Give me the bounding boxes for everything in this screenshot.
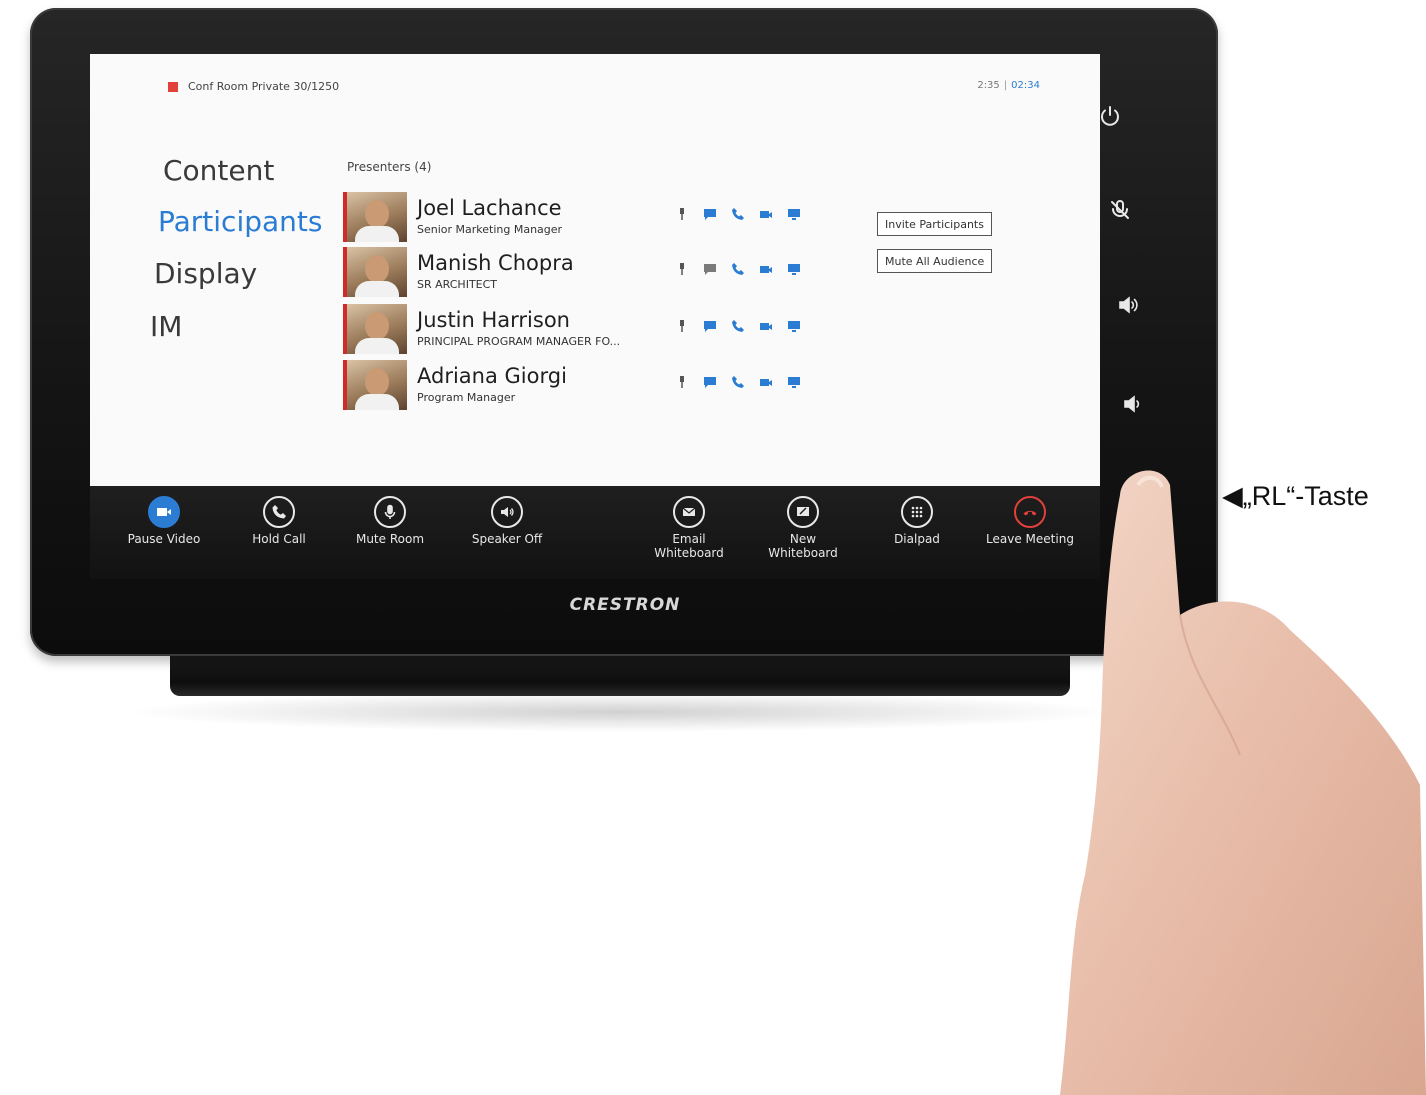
brand-logo: CRESTRON: [569, 595, 681, 615]
pointing-hand: [1060, 470, 1426, 1095]
recording-indicator: [168, 81, 178, 92]
presenters-header: Presenters (4): [347, 160, 432, 174]
chat-icon[interactable]: [701, 318, 719, 334]
avatar: [343, 360, 407, 410]
hold-call-button[interactable]: Hold Call: [219, 496, 339, 546]
microphone-icon: [374, 496, 406, 528]
control-label: Speaker Off: [471, 532, 543, 546]
stand-shadow: [120, 692, 1120, 732]
participant-name: Joel Lachance: [417, 196, 562, 220]
participant-name: Manish Chopra: [417, 251, 574, 275]
elapsed-time: 02:34: [1011, 80, 1040, 91]
screen-share-icon[interactable]: [785, 206, 803, 222]
participant-actions: [673, 206, 803, 222]
control-label: Hold Call: [252, 532, 306, 546]
dialpad-icon: [901, 496, 933, 528]
current-time: 2:35: [977, 80, 1000, 91]
participant-actions: [673, 374, 803, 390]
screen-share-icon[interactable]: [785, 374, 803, 390]
participant-title: SR ARCHITECT: [417, 278, 498, 291]
whiteboard-icon: [787, 496, 819, 528]
nav-im[interactable]: IM: [150, 310, 182, 343]
volume-down-icon[interactable]: [1114, 384, 1154, 424]
new-whiteboard-button[interactable]: New Whiteboard: [743, 496, 863, 560]
chat-icon[interactable]: [701, 206, 719, 222]
video-camera-icon[interactable]: [757, 261, 775, 277]
meeting-panel: Conf Room Private 30/1250 2:35 | 02:34 Con…: [90, 54, 1100, 486]
control-label: Email Whiteboard: [654, 532, 724, 560]
participant-row[interactable]: Joel Lachance Senior Marketing Manager: [343, 192, 863, 244]
email-whiteboard-button[interactable]: Email Whiteboard: [629, 496, 749, 560]
screen-share-icon[interactable]: [785, 261, 803, 277]
participant-row[interactable]: Justin Harrison PRINCIPAL PROGRAM MANAGE…: [343, 304, 863, 356]
speaker-icon: [491, 496, 523, 528]
video-camera-icon[interactable]: [757, 374, 775, 390]
participant-name: Adriana Giorgi: [417, 364, 567, 388]
participant-name: Justin Harrison: [417, 308, 570, 332]
rl-key-annotation: ◀„RL“-Taste: [1222, 481, 1369, 511]
avatar: [343, 247, 407, 297]
participant-row[interactable]: Manish Chopra SR ARCHITECT: [343, 247, 863, 299]
phone-icon[interactable]: [729, 261, 747, 277]
mute-room-button[interactable]: Mute Room: [330, 496, 450, 546]
phone-icon: [263, 496, 295, 528]
email-icon: [673, 496, 705, 528]
control-label: Dialpad: [894, 532, 940, 546]
chat-icon[interactable]: [701, 374, 719, 390]
nav-participants[interactable]: Participants: [158, 205, 322, 238]
control-label: Mute Room: [355, 532, 425, 546]
control-label: New Whiteboard: [768, 532, 838, 560]
chat-icon[interactable]: [701, 261, 719, 277]
invite-participants-button[interactable]: Invite Participants: [877, 212, 992, 236]
volume-up-icon[interactable]: [1109, 285, 1149, 325]
mic-mute-icon[interactable]: [1100, 190, 1140, 230]
nav-content[interactable]: Content: [163, 154, 274, 187]
avatar: [343, 304, 407, 354]
avatar: [343, 192, 407, 242]
participant-title: Senior Marketing Manager: [417, 223, 563, 236]
participant-row[interactable]: Adriana Giorgi Program Manager: [343, 360, 863, 412]
pin-icon[interactable]: [673, 374, 691, 390]
pin-icon[interactable]: [673, 261, 691, 277]
phone-icon[interactable]: [729, 318, 747, 334]
meeting-clock: 2:35 | 02:34: [977, 80, 1040, 91]
pin-icon[interactable]: [673, 206, 691, 222]
pin-icon[interactable]: [673, 318, 691, 334]
mute-all-audience-button[interactable]: Mute All Audience: [877, 249, 993, 273]
control-bar: Pause Video Hold Call Mute Room Speaker …: [90, 486, 1100, 579]
speaker-off-button[interactable]: Speaker Off: [447, 496, 567, 546]
pause-video-button[interactable]: Pause Video: [104, 496, 224, 546]
participant-title: Program Manager: [417, 391, 516, 404]
video-camera-icon[interactable]: [757, 206, 775, 222]
video-camera-icon: [148, 496, 180, 528]
room-name: Conf Room Private 30/1250: [188, 80, 340, 93]
participant-title: PRINCIPAL PROGRAM MANAGER FO...: [417, 335, 621, 348]
touch-screen: Conf Room Private 30/1250 2:35 | 02:34 Con…: [90, 54, 1100, 579]
status-bar: Conf Room Private 30/1250: [168, 80, 339, 93]
participant-actions: [673, 261, 803, 277]
control-label: Pause Video: [127, 532, 201, 546]
phone-icon[interactable]: [729, 206, 747, 222]
participant-actions: [673, 318, 803, 334]
nav-display[interactable]: Display: [154, 257, 257, 290]
dialpad-button[interactable]: Dialpad: [857, 496, 977, 546]
video-camera-icon[interactable]: [757, 318, 775, 334]
phone-icon[interactable]: [729, 374, 747, 390]
device-stand: [170, 652, 1070, 696]
screen-share-icon[interactable]: [785, 318, 803, 334]
